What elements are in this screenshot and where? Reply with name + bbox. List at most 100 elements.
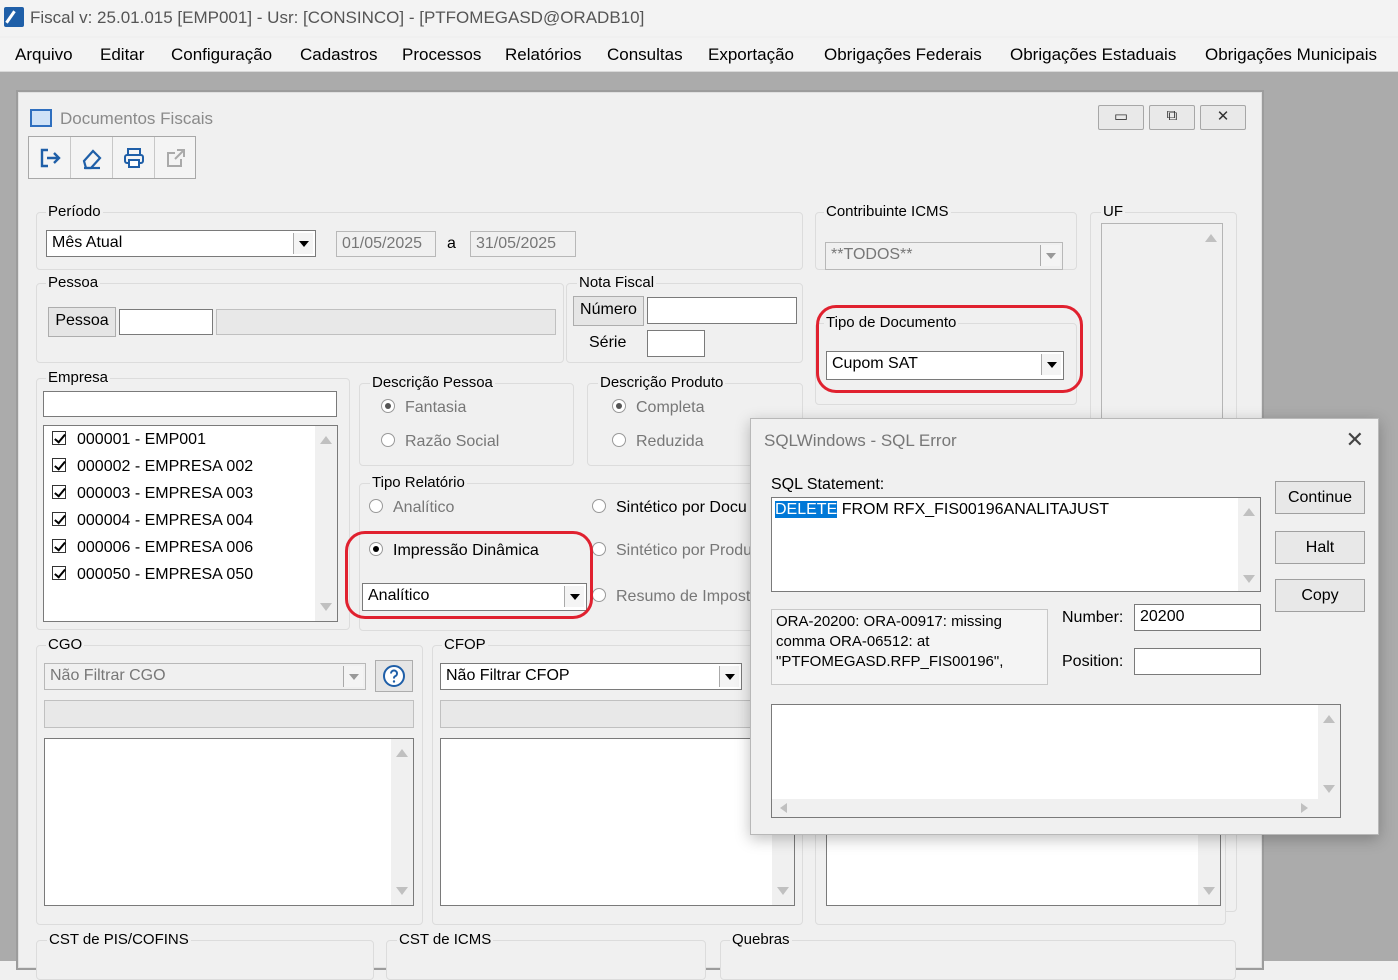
checkbox-checked-icon[interactable] — [52, 431, 66, 445]
periodo-from[interactable]: 01/05/2025 — [336, 231, 436, 257]
menu-exportacao[interactable]: Exportação — [708, 45, 794, 65]
copy-button[interactable]: Copy — [1275, 579, 1365, 612]
radio-sintetico-produto[interactable]: Sintético por Produ — [592, 542, 752, 560]
checkbox-checked-icon[interactable] — [52, 458, 66, 472]
menu-bar: Arquivo Editar Configuração Cadastros Pr… — [0, 38, 1398, 72]
toolbar — [28, 136, 196, 179]
sql-scrollbar[interactable] — [1238, 498, 1260, 591]
list-item[interactable]: 000003 - EMPRESA 003 — [52, 485, 253, 503]
list-item[interactable]: 000004 - EMPRESA 004 — [52, 512, 253, 530]
position-field[interactable] — [1134, 648, 1261, 675]
halt-button[interactable]: Halt — [1275, 531, 1365, 564]
details-vscroll[interactable] — [1318, 705, 1340, 799]
radio-label: Reduzida — [636, 433, 704, 450]
menu-editar[interactable]: Editar — [100, 45, 144, 65]
radio-completa[interactable]: Completa — [612, 399, 704, 417]
sql-statement-label: SQL Statement: — [771, 476, 885, 493]
serie-input[interactable] — [647, 330, 705, 357]
error-line: comma ORA-06512: at — [776, 633, 930, 650]
restore-button[interactable]: ⧉ — [1149, 105, 1195, 130]
radio-label: Analítico — [393, 499, 455, 516]
radio-selected-icon — [612, 399, 626, 413]
scroll-down-icon — [396, 887, 408, 895]
radio-resumo-impostos[interactable]: Resumo de Impost — [592, 588, 750, 606]
radio-icon — [381, 433, 395, 447]
pessoa-label: Pessoa — [46, 274, 101, 291]
checkbox-checked-icon[interactable] — [52, 512, 66, 526]
menu-obrigacoes-estaduais[interactable]: Obrigações Estaduais — [1010, 45, 1176, 65]
clear-button[interactable] — [71, 137, 113, 178]
periodo-select[interactable]: Mês Atual — [46, 230, 316, 257]
periodo-to[interactable]: 31/05/2025 — [470, 231, 576, 257]
scroll-up-icon — [320, 436, 332, 444]
cfop-select[interactable]: Não Filtrar CFOP — [440, 663, 742, 690]
radio-sintetico-documento[interactable]: Sintético por Docu — [592, 499, 747, 517]
menu-obrigacoes-federais[interactable]: Obrigações Federais — [824, 45, 982, 65]
print-button[interactable] — [113, 137, 155, 178]
scroll-down-icon — [1203, 887, 1215, 895]
empresa-filter-input[interactable] — [43, 391, 337, 417]
number-field[interactable]: 20200 — [1134, 604, 1261, 631]
empresa-item-label: 000002 - EMPRESA 002 — [77, 458, 254, 475]
cfop-label: CFOP — [442, 636, 488, 653]
dialog-close-icon[interactable]: ✕ — [1346, 427, 1364, 453]
export-button[interactable] — [155, 137, 197, 178]
periodo-sep: a — [447, 235, 456, 252]
radio-icon — [369, 499, 383, 513]
cgo-list[interactable] — [44, 738, 414, 906]
chevron-down-icon — [1040, 245, 1060, 266]
exit-button[interactable] — [29, 137, 71, 178]
menu-obrigacoes-municipais[interactable]: Obrigações Municipais — [1205, 45, 1377, 65]
continue-button[interactable]: Continue — [1275, 481, 1365, 514]
radio-reduzida[interactable]: Reduzida — [612, 433, 704, 451]
cfop-list[interactable] — [440, 738, 795, 906]
dialog-title: SQLWindows - SQL Error — [764, 431, 957, 450]
empresa-scrollbar[interactable] — [315, 426, 337, 621]
menu-configuracao[interactable]: Configuração — [171, 45, 272, 65]
checkbox-checked-icon[interactable] — [52, 566, 66, 580]
radio-icon — [612, 433, 626, 447]
export-icon — [167, 149, 185, 167]
menu-relatorios[interactable]: Relatórios — [505, 45, 582, 65]
periodo-label: Período — [46, 203, 103, 220]
cst-icms-label: CST de ICMS — [397, 931, 494, 948]
quebras-label: Quebras — [730, 931, 792, 948]
contribuinte-value: **TODOS** — [831, 246, 913, 263]
cgo-help-button[interactable] — [375, 660, 413, 692]
contribuinte-select[interactable]: **TODOS** — [825, 242, 1063, 270]
menu-arquivo[interactable]: Arquivo — [15, 45, 73, 65]
app-pen-icon — [4, 7, 24, 27]
list-item[interactable]: 000006 - EMPRESA 006 — [52, 539, 253, 557]
list-item[interactable]: 000001 - EMP001 — [52, 431, 206, 449]
menu-cadastros[interactable]: Cadastros — [300, 45, 377, 65]
cgo-scrollbar[interactable] — [391, 739, 413, 905]
sql-statement-box[interactable]: DELETE FROM RFX_FIS00196ANALITAJUST — [771, 497, 1261, 592]
empresa-list[interactable]: 000001 - EMP001 000002 - EMPRESA 002 000… — [43, 425, 338, 622]
sql-statement-text: FROM RFX_FIS00196ANALITAJUST — [837, 501, 1110, 518]
radio-fantasia[interactable]: Fantasia — [381, 399, 466, 417]
radio-razao-social[interactable]: Razão Social — [381, 433, 499, 451]
error-details-box[interactable] — [771, 704, 1341, 818]
chevron-down-icon — [343, 666, 363, 687]
pessoa-code-input[interactable] — [119, 309, 213, 335]
checkbox-checked-icon[interactable] — [52, 485, 66, 499]
sql-error-dialog: SQLWindows - SQL Error ✕ SQL Statement: … — [750, 418, 1379, 835]
help-icon — [383, 665, 405, 687]
cfop-description-field — [440, 700, 795, 728]
checkbox-checked-icon[interactable] — [52, 539, 66, 553]
menu-processos[interactable]: Processos — [402, 45, 481, 65]
radio-analitico[interactable]: Analítico — [369, 499, 454, 517]
menu-consultas[interactable]: Consultas — [607, 45, 683, 65]
numero-input[interactable] — [647, 297, 797, 324]
pessoa-button[interactable]: Pessoa — [48, 307, 116, 337]
radio-label: Fantasia — [405, 399, 467, 416]
cgo-select[interactable]: Não Filtrar CGO — [44, 663, 366, 690]
minimize-button[interactable]: ▭ — [1098, 105, 1144, 130]
numero-button[interactable]: Número — [573, 296, 644, 326]
position-label: Position: — [1062, 653, 1124, 670]
list-item[interactable]: 000050 - EMPRESA 050 — [52, 566, 253, 584]
list-item[interactable]: 000002 - EMPRESA 002 — [52, 458, 253, 476]
details-hscroll[interactable] — [772, 799, 1340, 817]
restore-icon: ⧉ — [1166, 107, 1178, 124]
close-button[interactable]: ✕ — [1200, 105, 1246, 130]
